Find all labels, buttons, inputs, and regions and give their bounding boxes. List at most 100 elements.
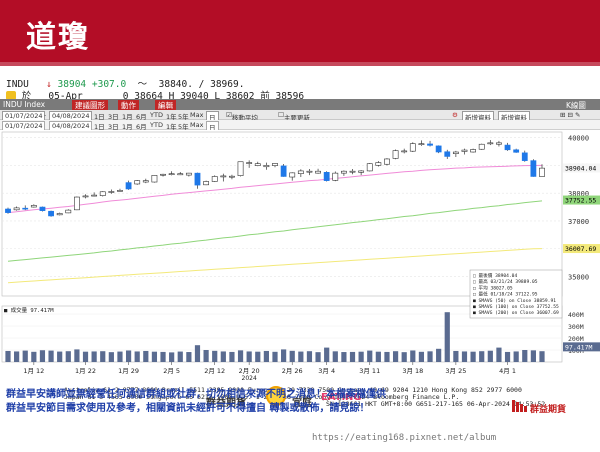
volume-bar — [384, 351, 390, 362]
candle-body — [530, 160, 537, 177]
volume-bar — [14, 351, 20, 362]
y-tick-label: 37000 — [568, 218, 589, 226]
legend-entry: ■ SMAVG (200) on Close 36007.69 — [473, 310, 559, 316]
volume-bar — [82, 351, 89, 362]
volume-tick-label: 200M — [568, 335, 584, 343]
x-tick-label: 2月 26 — [282, 367, 303, 375]
main-update-checkbox[interactable]: ☐ 主要更新 — [278, 111, 310, 122]
candle-body — [117, 190, 123, 192]
volume-bar — [65, 351, 71, 362]
candle-body — [418, 143, 425, 145]
x-tick-label: 3月 4 — [318, 367, 335, 375]
x-tick-label: 2月 20 — [239, 367, 260, 375]
screenshot-root: 道瓊 INDU ↓ 38904 +307.0 〜 38840. / 38969.… — [0, 0, 600, 452]
candle-body — [341, 170, 347, 174]
brand-name: 群益期貨 — [530, 405, 567, 415]
volume-bar — [74, 349, 80, 362]
volume-bar — [418, 351, 425, 362]
volume-bar — [272, 351, 278, 362]
volume-bar — [91, 351, 97, 362]
volume-bar — [39, 350, 46, 362]
candle-body — [323, 172, 330, 181]
date-range-bar: 01/07/2024 - 04/08/2024 1日 3日 1月 6月 YTD … — [0, 110, 600, 123]
candle-body — [332, 172, 339, 181]
volume-bar — [212, 350, 218, 362]
main-toolbar: INDU Index 建議圖形 動作 編輯 K線圖 — [0, 99, 600, 111]
candle-body — [315, 170, 321, 174]
volume-bar — [31, 351, 37, 362]
volume-bar — [470, 351, 476, 362]
x-tick-label: 1月 29 — [118, 367, 139, 375]
volume-bar — [117, 351, 123, 362]
volume-bar — [281, 349, 287, 362]
disclaimer-line-2: 群益早安節目需求使用及參考，相關資訊未經許可不得擅自 轉製或散佈，請見諒！ — [6, 403, 370, 414]
volume-bar — [453, 350, 459, 362]
candle-body — [246, 162, 253, 164]
volume-bar — [177, 351, 183, 362]
price-chart[interactable]: 400003900038000370003600035000400M300M20… — [0, 130, 600, 385]
volume-bar — [513, 351, 519, 362]
period-max[interactable]: Max — [190, 111, 203, 119]
title-banner: 道瓊 — [0, 0, 600, 66]
candle-body — [470, 149, 476, 153]
volume-bar — [324, 347, 330, 362]
volume-bar — [143, 350, 149, 362]
volume-bar — [306, 351, 313, 362]
candle-body — [211, 176, 218, 182]
volume-bar — [392, 351, 399, 362]
volume-bar — [134, 351, 140, 362]
chart-tools-icons[interactable]: ⊞ ⊟ ✎ — [560, 111, 580, 119]
volume-bar — [436, 348, 442, 362]
candle-body — [504, 144, 511, 151]
volume-bar — [160, 351, 166, 362]
volume-bar — [5, 350, 11, 362]
volume-bar — [349, 351, 356, 362]
x-tick-label: 1月 22 — [75, 367, 96, 375]
chart-canvas[interactable]: 400003900038000370003600035000400M300M20… — [0, 130, 600, 385]
candle-body — [142, 180, 149, 183]
y-tick-label: 40000 — [568, 135, 589, 143]
volume-bar — [298, 351, 304, 362]
volume-bar — [255, 351, 261, 362]
x-tick-label: 2月 12 — [204, 367, 225, 375]
legend-entry: ■ SMAVG (50) on Close 38859.91 — [473, 298, 556, 304]
volume-bar — [186, 352, 192, 362]
sma-tag-2: 36007.69 — [565, 245, 596, 253]
volume-bar — [246, 351, 252, 362]
candle-body — [22, 207, 29, 210]
candle-body — [229, 175, 235, 178]
volume-bar — [427, 351, 433, 362]
candle-body — [48, 210, 54, 217]
index-label[interactable]: INDU Index — [3, 100, 45, 109]
period-ytd[interactable]: YTD — [150, 111, 163, 119]
candle-body — [392, 150, 399, 159]
volume-bar — [479, 351, 485, 362]
candle-body — [306, 170, 313, 173]
volume-bar — [504, 351, 511, 362]
quote-header: INDU ↓ 38904 +307.0 〜 38840. / 38969. 於 … — [0, 74, 600, 102]
brand-flag-icon — [512, 400, 527, 412]
volume-bar — [341, 352, 347, 362]
legend-entry: □ 最低 01/18/24 37122.95 — [473, 291, 538, 298]
candle-body — [461, 149, 468, 152]
volume-tick-label: 300M — [568, 323, 584, 331]
candle-body — [13, 207, 20, 211]
y-tick-label: 35000 — [568, 274, 589, 282]
candle-body — [272, 163, 278, 166]
candle-body — [185, 172, 192, 176]
moving-average-checkbox[interactable]: ☑ 移動平均 — [226, 111, 258, 122]
period-ytd-2[interactable]: YTD — [150, 121, 163, 129]
volume-bar — [108, 352, 114, 362]
candle-body — [487, 142, 494, 145]
x-tick-label: 3月 25 — [445, 367, 466, 375]
volume-bar — [169, 352, 175, 362]
volume-bar — [410, 350, 416, 362]
candle-body — [194, 172, 201, 186]
volume-bar — [57, 351, 63, 362]
range-dash: - — [44, 111, 47, 119]
candle-body — [521, 152, 528, 161]
candle-body — [30, 205, 37, 208]
volume-bar — [220, 351, 226, 362]
settings-icon[interactable]: ⚙ — [452, 111, 458, 119]
period-max-2[interactable]: Max — [190, 121, 203, 129]
